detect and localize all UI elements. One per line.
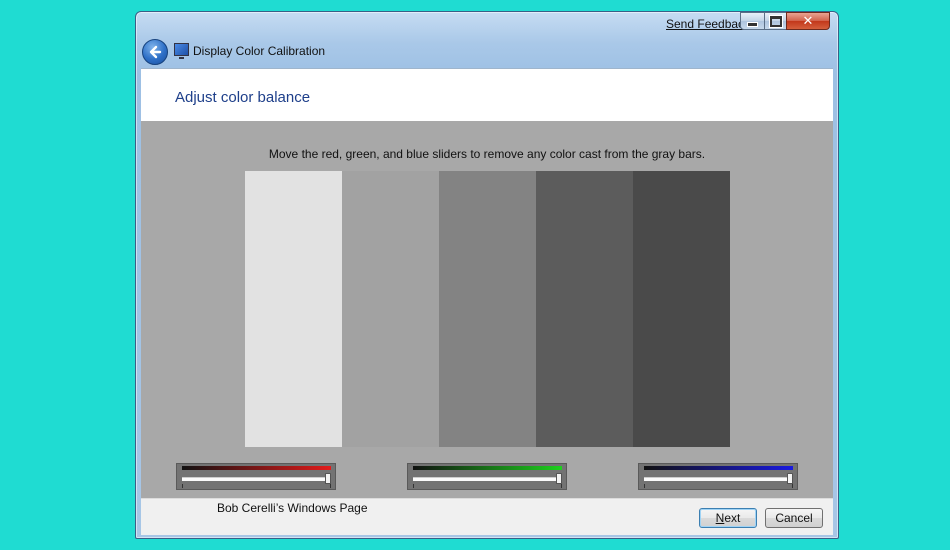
instruction-text: Move the red, green, and blue sliders to… — [268, 147, 706, 161]
minimize-button[interactable] — [740, 12, 764, 30]
blue-slider-track[interactable] — [644, 477, 793, 481]
page-title: Adjust color balance — [175, 89, 311, 106]
gray-bar-5 — [633, 171, 730, 447]
red-slider-thumb[interactable] — [325, 473, 331, 484]
title-bar: Send Feedback ✕ Display Color Calibratio… — [136, 12, 838, 68]
header-panel: Adjust color balance — [141, 68, 833, 122]
minimize-icon — [747, 21, 758, 27]
maximize-icon — [769, 15, 782, 27]
send-feedback-link[interactable]: Send Feedback — [666, 17, 750, 31]
gray-bars — [245, 171, 730, 447]
footer-bar: Bob Cerelli’s Windows Page Next Cancel — [141, 498, 833, 535]
close-button[interactable]: ✕ — [786, 12, 830, 30]
red-slider-track[interactable] — [182, 477, 331, 481]
slider-tick — [792, 484, 793, 488]
gray-bar-2 — [342, 171, 439, 447]
next-label: ext — [724, 511, 741, 525]
red-slider[interactable] — [176, 463, 336, 490]
maximize-button[interactable] — [764, 12, 786, 30]
blue-gradient — [644, 466, 793, 470]
gray-bar-1 — [245, 171, 342, 447]
slider-tick — [561, 484, 562, 488]
cancel-button[interactable]: Cancel — [765, 508, 823, 528]
credit-text: Bob Cerelli’s Windows Page — [217, 501, 368, 515]
display-monitor-icon — [174, 43, 189, 59]
red-gradient — [182, 466, 331, 470]
green-gradient — [413, 466, 562, 470]
blue-slider[interactable] — [638, 463, 798, 490]
gray-bar-3 — [439, 171, 536, 447]
calibration-content: Move the red, green, and blue sliders to… — [141, 121, 833, 498]
back-button[interactable] — [142, 39, 168, 65]
slider-tick — [182, 484, 183, 488]
green-slider-track[interactable] — [413, 477, 562, 481]
green-slider[interactable] — [407, 463, 567, 490]
slider-tick — [413, 484, 414, 488]
close-icon: ✕ — [802, 13, 814, 28]
next-button[interactable]: Next — [699, 508, 757, 528]
slider-tick — [644, 484, 645, 488]
calibration-window: Send Feedback ✕ Display Color Calibratio… — [135, 11, 839, 539]
blue-slider-thumb[interactable] — [787, 473, 793, 484]
gray-bar-4 — [536, 171, 633, 447]
window-title: Display Color Calibration — [193, 44, 326, 58]
slider-tick — [330, 484, 331, 488]
green-slider-thumb[interactable] — [556, 473, 562, 484]
back-arrow-icon — [149, 45, 162, 59]
caption-buttons: ✕ — [740, 12, 830, 31]
